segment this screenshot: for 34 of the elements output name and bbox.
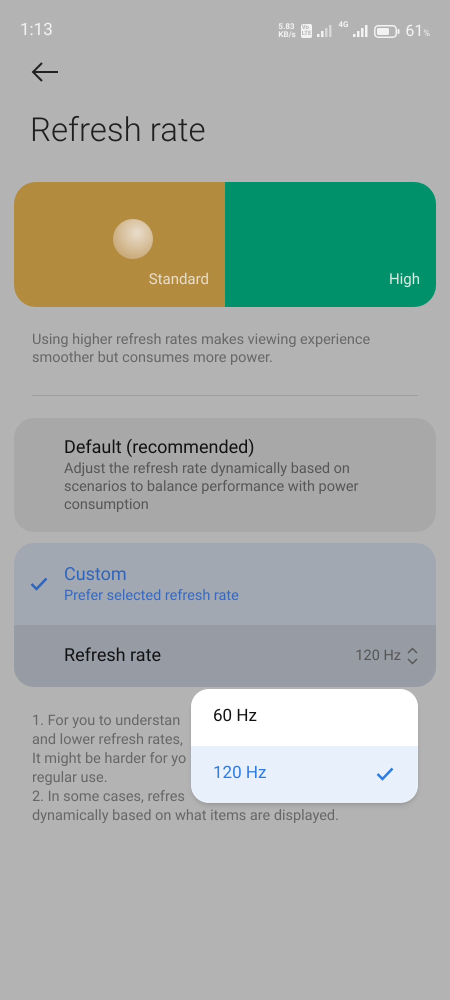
note-line: It might be harder for yo <box>32 748 186 768</box>
page-title: Refresh rate <box>29 110 207 152</box>
battery-icon <box>374 24 400 38</box>
network-type: 4G <box>338 19 348 31</box>
setting-value: 120 Hz <box>355 646 401 666</box>
mode-subtitle: Adjust the refresh rate dynamically based on scenarios to balance performance with power consumption <box>64 460 360 514</box>
note-line: regular use. <box>32 768 108 786</box>
ball-icon <box>113 218 153 258</box>
note-line: dynamically based on what items are displayed. <box>32 806 339 824</box>
popup-option[interactable]: 120 Hz <box>191 746 418 802</box>
note-line: 1. For you to understan <box>32 710 180 730</box>
signal-icon <box>353 25 370 37</box>
setting-label: Refresh rate <box>64 644 162 668</box>
mode-title: Custom <box>64 562 128 586</box>
note-line: and lower refresh rates, <box>32 730 183 748</box>
mode-subtitle: Prefer selected refresh rate <box>64 586 240 604</box>
popup-option[interactable]: 60 Hz <box>191 688 418 746</box>
refresh-rate-row[interactable]: Refresh rate 120 Hz <box>14 624 436 686</box>
description-text: Using higher refresh rates makes viewing experience smoother but consumes more power. <box>31 330 372 366</box>
back-arrow-icon[interactable] <box>31 62 59 82</box>
status-time: 1:13 <box>20 19 53 42</box>
battery-percent: 61 <box>405 20 424 42</box>
mode-title: Default (recommended) <box>64 436 256 460</box>
net-speed: 5.83 KB/s <box>278 23 296 39</box>
check-icon <box>376 767 394 781</box>
note-line: 2. In some cases, refres <box>32 786 185 806</box>
standard-label: Standard <box>148 269 209 290</box>
percent-sign: % <box>423 28 430 41</box>
check-icon <box>30 576 48 590</box>
mode-card[interactable]: Custom Prefer selected refresh rate Refresh rate 120 Hz <box>14 542 436 686</box>
up-down-chevron-icon <box>407 646 418 664</box>
high-label: High <box>388 269 420 290</box>
mode-card[interactable]: Default (recommended) Adjust the refresh rate dynamically based on scenarios to balance performance with power consumption <box>14 418 436 532</box>
signal-icon <box>317 25 334 37</box>
